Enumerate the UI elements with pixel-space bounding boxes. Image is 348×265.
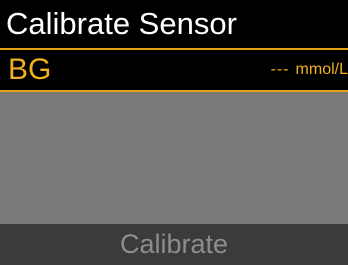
calibrate-button[interactable]: Calibrate [0, 224, 348, 265]
bg-value: --- mmol/L [271, 60, 348, 80]
bg-value-placeholder: --- [270, 61, 290, 78]
page-title: Calibrate Sensor [6, 6, 237, 41]
content-panel: BG --- mmol/L [0, 48, 348, 224]
calibrate-sensor-screen: Calibrate Sensor BG --- mmol/L Calibrate [0, 0, 348, 265]
bottom-bar: Calibrate [0, 224, 348, 265]
bg-entry-row[interactable]: BG --- mmol/L [0, 48, 348, 92]
title-bar: Calibrate Sensor [0, 0, 348, 48]
bg-unit: mmol/L [295, 61, 348, 78]
bg-label: BG [8, 53, 52, 86]
